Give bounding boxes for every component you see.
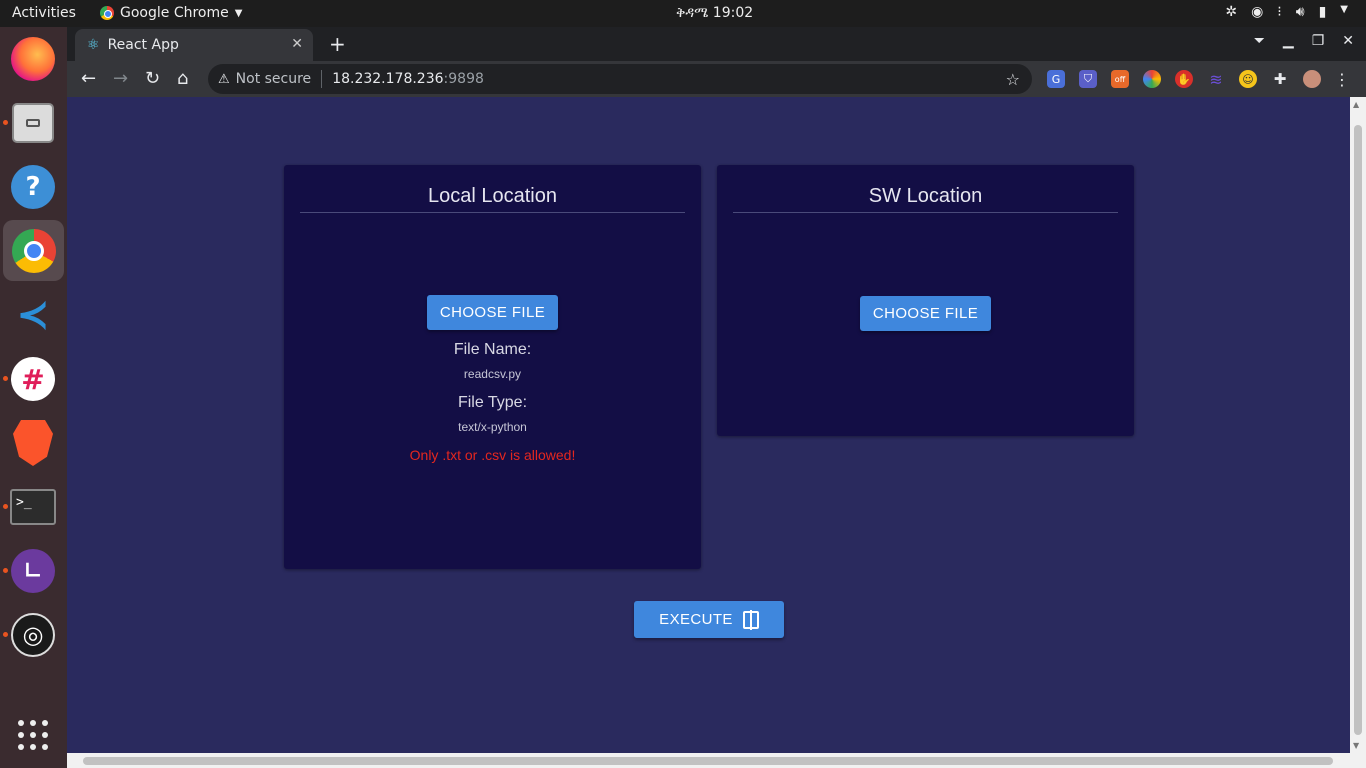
vertical-scrollbar[interactable]: ▲ ▼ — [1350, 97, 1366, 753]
translate-extension-icon[interactable]: G — [1047, 70, 1065, 88]
divider — [321, 70, 323, 88]
back-icon[interactable]: ← — [81, 68, 96, 89]
local-choose-file-button[interactable]: CHOOSE FILE — [427, 295, 558, 330]
dock-terminal[interactable]: >_ — [9, 483, 57, 531]
color-extension-icon[interactable] — [1143, 70, 1161, 88]
file-name-value: readcsv.py — [463, 367, 522, 381]
tab-search-icon[interactable]: ⏷ — [1254, 33, 1265, 49]
maximize-icon[interactable]: ❐ — [1312, 33, 1325, 49]
firefox-icon — [11, 37, 55, 81]
vscode-icon: ≺ — [16, 292, 50, 338]
app-menu-label: Google Chrome — [120, 5, 229, 21]
brave-icon — [13, 420, 53, 466]
volume-icon[interactable]: 🔊︎ — [1296, 4, 1305, 20]
file-name-label: File Name: — [453, 341, 532, 358]
dock-slack[interactable]: # — [9, 355, 57, 403]
tab-react-app[interactable]: ⚛ React App ✕ — [75, 29, 313, 61]
local-location-card: Local Location CHOOSE FILE File Name: re… — [284, 165, 701, 569]
compare-icon — [742, 609, 759, 630]
running-indicator — [3, 504, 8, 509]
obs-icon: ◎ — [11, 613, 55, 657]
file-type-label: File Type: — [457, 394, 528, 411]
dock-vscode[interactable]: ≺ — [9, 291, 57, 339]
scroll-up-icon[interactable]: ▲ — [1353, 100, 1359, 109]
dock-obs[interactable]: ◎ — [9, 611, 57, 659]
horizontal-scrollbar[interactable] — [67, 753, 1366, 768]
file-type-value: text/x-python — [458, 420, 527, 434]
sw-choose-file-button[interactable]: CHOOSE FILE — [860, 296, 991, 331]
app-menu[interactable]: Google Chrome ▼ — [100, 5, 242, 21]
minimize-icon[interactable]: ▁ — [1283, 33, 1294, 49]
chrome-icon — [100, 6, 114, 20]
react-icon: ⚛ — [87, 37, 100, 53]
scroll-down-icon[interactable]: ▼ — [1353, 741, 1359, 750]
sw-card-title: SW Location — [733, 185, 1118, 213]
layers-extension-icon[interactable]: ≋ — [1207, 70, 1225, 89]
url-host[interactable]: 18.232.178.236 — [332, 71, 443, 87]
terminal-icon: >_ — [10, 489, 56, 525]
tab-strip: ⚛ React App ✕ + ⏷ ▁ ❐ ✕ — [67, 27, 1366, 61]
forward-icon[interactable]: → — [113, 68, 128, 89]
files-icon — [12, 103, 54, 143]
menu-kebab-icon[interactable]: ⋮ — [1333, 70, 1351, 89]
execute-button[interactable]: EXECUTE — [634, 601, 784, 638]
sw-location-card: SW Location CHOOSE FILE — [717, 165, 1134, 436]
home-icon[interactable]: ⌂ — [177, 68, 188, 89]
address-bar[interactable]: ⚠ Not secure 18.232.178.236:9898 ☆ — [208, 64, 1032, 94]
shield-extension-icon[interactable]: ⛉ — [1079, 70, 1097, 88]
network-icon[interactable]: ⁝ — [1277, 4, 1281, 20]
dock: ? ≺ # >_ ∟ ◎ — [0, 27, 67, 768]
off-extension-icon[interactable]: off — [1111, 70, 1129, 88]
dock-files[interactable] — [9, 99, 57, 147]
page-viewport: Local Location CHOOSE FILE File Name: re… — [67, 97, 1350, 753]
battery-icon[interactable]: ▮ — [1319, 4, 1327, 20]
slack-tray-icon[interactable]: ✲ — [1225, 4, 1237, 20]
dock-firefox[interactable] — [9, 35, 57, 83]
chevron-down-icon: ▼ — [234, 7, 243, 19]
security-label[interactable]: Not secure — [236, 71, 312, 87]
extensions-puzzle-icon[interactable]: ✚ — [1271, 70, 1289, 88]
warning-icon[interactable]: ⚠ — [218, 72, 230, 87]
window-controls: ⏷ ▁ ❐ ✕ — [1254, 33, 1366, 49]
running-indicator — [3, 376, 8, 381]
dock-help[interactable]: ? — [9, 163, 57, 211]
stop-extension-icon[interactable]: ✋ — [1175, 70, 1193, 88]
browser-window: ⚛ React App ✕ + ⏷ ▁ ❐ ✕ ← → ↻ ⌂ ⚠ Not se… — [67, 27, 1366, 768]
dock-chrome[interactable] — [3, 220, 64, 281]
vertical-scroll-thumb[interactable] — [1354, 125, 1362, 735]
browser-toolbar: ← → ↻ ⌂ ⚠ Not secure 18.232.178.236:9898… — [67, 61, 1366, 97]
horizontal-scroll-thumb[interactable] — [83, 757, 1333, 765]
chrome-icon — [11, 228, 56, 273]
clock[interactable]: ቅዳሜ 19:02 — [676, 5, 753, 21]
chevron-down-icon[interactable]: ▼ — [1340, 4, 1348, 20]
new-tab-button[interactable]: + — [329, 32, 346, 56]
system-tray[interactable]: ✲ ◉ ⁝ 🔊︎ ▮ ▼ — [1225, 4, 1348, 20]
bookmark-star-icon[interactable]: ☆ — [1006, 70, 1020, 89]
gnome-top-bar: Activities Google Chrome ▼ ቅዳሜ 19:02 ✲ ◉… — [0, 0, 1366, 27]
running-indicator — [3, 120, 8, 125]
tab-title: React App — [107, 37, 179, 53]
reload-icon[interactable]: ↻ — [145, 68, 160, 89]
dock-brave[interactable] — [9, 419, 57, 467]
file-error-message: Only .txt or .csv is allowed! — [409, 447, 576, 463]
activities-button[interactable]: Activities — [12, 5, 76, 21]
slack-icon: # — [11, 357, 55, 401]
close-window-icon[interactable]: ✕ — [1342, 33, 1354, 49]
running-indicator — [3, 632, 8, 637]
profile-avatar[interactable] — [1303, 70, 1321, 88]
execute-label: EXECUTE — [659, 611, 733, 628]
obs-tray-icon[interactable]: ◉ — [1251, 4, 1263, 20]
dock-timer[interactable]: ∟ — [9, 547, 57, 595]
show-applications-button[interactable] — [9, 711, 57, 759]
timer-icon: ∟ — [11, 549, 55, 593]
running-indicator — [3, 568, 8, 573]
grid-icon — [18, 720, 48, 750]
help-icon: ? — [11, 165, 55, 209]
close-tab-icon[interactable]: ✕ — [291, 36, 303, 52]
url-port[interactable]: :9898 — [444, 71, 484, 87]
local-card-title: Local Location — [300, 185, 685, 213]
emoji-extension-icon[interactable]: ☺ — [1239, 70, 1257, 88]
